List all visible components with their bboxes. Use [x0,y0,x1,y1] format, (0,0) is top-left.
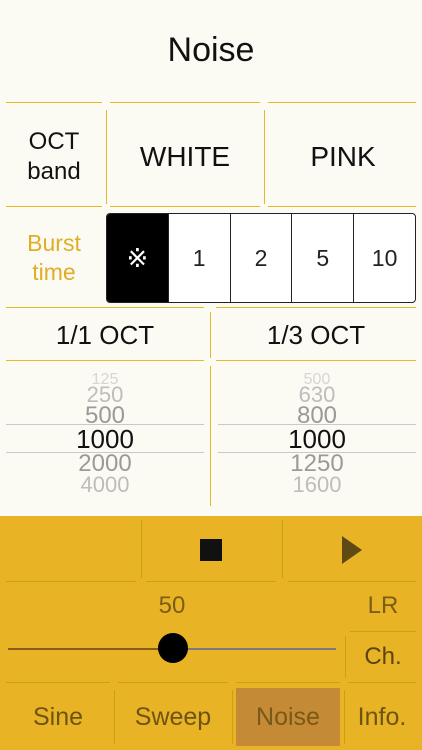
divider [106,110,107,204]
divider [236,682,340,683]
tab-info[interactable]: Info. [348,688,416,746]
volume-slider-thumb[interactable] [158,633,188,663]
channel-button[interactable]: Ch. [350,636,416,678]
divider [268,206,416,207]
divider [288,581,416,582]
divider [216,307,416,308]
white-noise-button[interactable]: WHITE [110,110,260,204]
burst-time-label-line2: time [32,259,76,285]
tab-third-octave[interactable]: 1/3 OCT [216,310,416,360]
divider [110,102,260,103]
stop-icon [200,539,222,561]
volume-slider-track[interactable] [174,648,336,650]
divider [110,206,260,207]
burst-time-segmented-control: ※ 1 2 5 10 [106,213,416,303]
empty-slot [6,520,136,580]
tab-full-octave[interactable]: 1/1 OCT [6,310,204,360]
burst-option-2[interactable]: 2 [229,214,292,302]
volume-value: 50 [158,592,186,619]
divider [6,206,102,207]
divider [6,360,204,361]
channel-value: LR [367,592,399,619]
page-title: Noise [167,30,255,69]
pink-noise-button[interactable]: PINK [268,110,418,204]
volume-slider-filled-track[interactable] [8,648,174,650]
divider [6,307,204,308]
oct-band-label: OCT band [6,110,102,204]
third-octave-frequency-picker[interactable]: 500 630 800 1000 1250 1600 [218,366,416,506]
tab-sine[interactable]: Sine [6,688,110,746]
divider [232,690,233,744]
divider [210,312,211,358]
burst-option-5[interactable]: 5 [291,214,353,302]
divider [282,520,283,578]
divider [6,581,136,582]
divider [264,110,265,204]
tab-noise[interactable]: Noise [236,688,340,746]
burst-option-10[interactable]: 10 [353,214,415,302]
oct-band-label-line2: band [27,158,81,185]
divider [146,581,276,582]
divider [114,690,115,744]
burst-option-1[interactable]: 1 [167,214,230,302]
full-octave-frequency-picker[interactable]: 125 250 500 1000 2000 4000 [6,366,204,506]
divider [345,636,346,678]
burst-time-label: Burst time [6,214,102,302]
play-icon [342,536,362,564]
divider [216,360,416,361]
oct-band-label-line1: OCT [28,128,80,155]
divider [6,682,110,683]
divider [6,102,102,103]
burst-option-continuous[interactable]: ※ [107,214,168,302]
play-button[interactable] [288,520,416,580]
divider [268,102,416,103]
divider [118,682,228,683]
picker-item[interactable]: 4000 [6,472,204,498]
divider [344,690,345,744]
tab-sweep[interactable]: Sweep [118,688,228,746]
divider [348,682,416,683]
stop-button[interactable] [146,520,276,580]
picker-item[interactable]: 1600 [218,472,416,498]
divider [210,366,211,506]
divider [350,631,416,632]
divider [141,520,142,578]
burst-time-label-line1: Burst [27,230,81,256]
